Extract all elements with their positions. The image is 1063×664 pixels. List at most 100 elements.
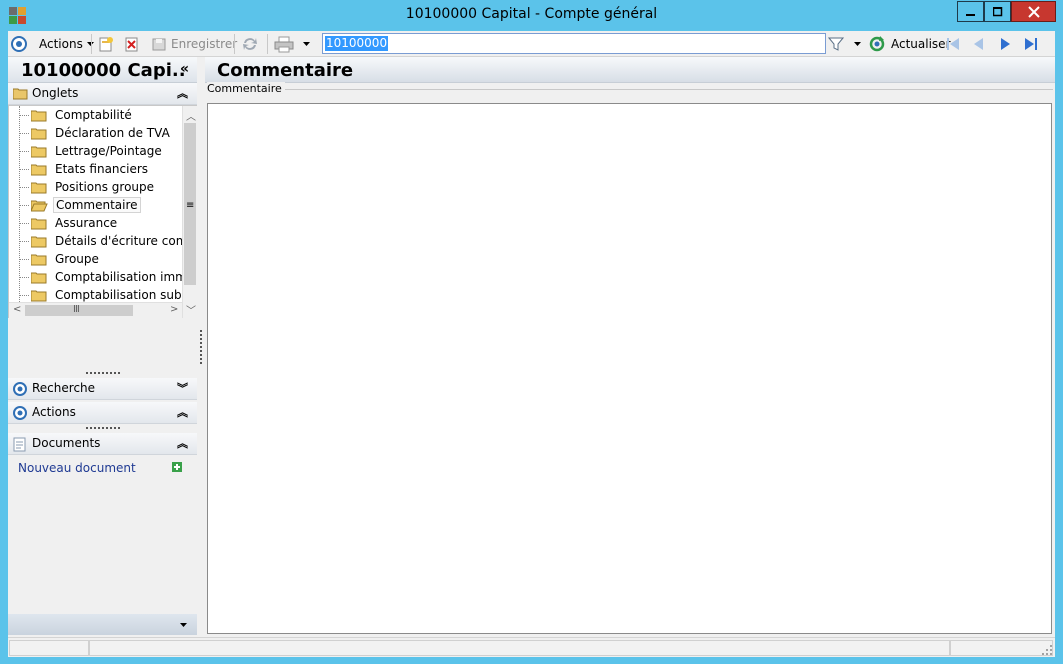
collapse-pane-button[interactable]: « [180,61,189,77]
tab-item[interactable]: Groupe [19,250,182,268]
minimize-button[interactable] [957,1,984,22]
status-bar [8,637,1055,657]
tab-item-label: Comptabilisation immob [55,270,182,284]
tab-item[interactable]: Etats financiers [19,160,182,178]
dropdown-arrow-icon [303,42,310,46]
print-dropdown-button[interactable] [302,34,311,54]
collapse-chevron-icon[interactable]: ︽ [177,85,188,101]
tree-connector [19,222,29,224]
close-window-button[interactable] [1011,1,1056,22]
tree-horizontal-scrollbar[interactable]: < Ⅲ > [9,302,182,318]
save-label: Enregistrer [171,37,238,51]
tabs-section-header[interactable]: Onglets ︽ [8,83,197,105]
actions-menu-button[interactable]: Actions [39,34,95,54]
tree-connector [19,114,29,116]
dropdown-arrow-icon[interactable] [179,622,188,628]
maximize-icon [992,6,1002,16]
maximize-button[interactable] [984,1,1011,22]
filter-dropdown-button[interactable] [853,34,862,54]
tree-connector [19,258,29,260]
navigation-pane: 10100000 Capi.. « Onglets ︽ Comptabilité… [8,57,197,635]
record-title: 10100000 Capi.. [21,60,186,81]
search-section-label: Recherche [32,381,96,395]
save-button[interactable]: Enregistrer [151,34,237,54]
document-icon [13,437,26,452]
previous-record-button[interactable] [971,34,987,54]
toolbar-separator [234,34,235,54]
first-record-icon [947,38,959,50]
tab-item-label: Lettrage/Pointage [55,144,162,158]
search-section-header[interactable]: Recherche ︾ [8,378,197,400]
next-record-icon [1001,38,1010,50]
scroll-left-icon[interactable]: < [13,304,21,315]
collapse-chevron-icon[interactable]: ︽ [177,435,188,451]
add-document-icon[interactable] [172,462,183,473]
window-title: 10100000 Capital - Compte général [405,6,658,22]
sync-button[interactable] [241,34,259,54]
filter-funnel-icon [828,37,844,51]
account-search-box[interactable]: 10100000 [322,33,826,54]
documents-section-header[interactable]: Documents ︽ [8,433,197,455]
actions-section-header[interactable]: Actions ︽ [8,402,197,424]
delete-record-button[interactable] [124,34,140,54]
tab-item[interactable]: Comptabilisation subver [19,286,182,302]
pane-splitter-handle[interactable] [200,330,202,364]
refresh-label: Actualiser [891,37,951,51]
tab-item[interactable]: Positions groupe [19,178,182,196]
tab-item[interactable]: Comptabilité [19,106,182,124]
tabs-tree-list: Comptabilité Déclaration de TVA Lettrage/P… [9,106,182,302]
documents-section-label: Documents [32,436,101,450]
folder-icon [31,164,47,175]
first-record-button[interactable] [945,34,961,54]
save-icon [152,38,166,51]
dropdown-arrow-icon [854,42,861,46]
expand-chevron-icon[interactable]: ︾ [177,380,188,396]
scroll-up-icon[interactable]: ︿ [186,108,196,123]
actions-circle-icon [13,406,27,420]
toolbar: Actions Enregistrer 10100000 10100000 Ac… [8,31,1055,57]
navigation-circle-button[interactable] [10,34,28,54]
scroll-right-icon[interactable]: > [170,304,178,315]
folder-icon [31,182,47,193]
tab-item-label: Comptabilisation subver [55,288,182,302]
delete-icon [125,37,138,52]
tab-item[interactable]: Détails d'écriture compta [19,232,182,250]
splitter-handle[interactable] [86,427,120,429]
filter-button[interactable] [828,34,844,54]
splitter-handle[interactable] [86,372,120,374]
next-record-button[interactable] [997,34,1013,54]
tree-connector [19,132,29,134]
comment-group-label: Commentaire [207,82,285,95]
refresh-button[interactable]: Actualiser [868,34,951,54]
title-bar[interactable]: 10100000 Capital - Compte général [0,0,1063,30]
tree-connector [19,276,29,278]
tab-item[interactable]: Déclaration de TVA [19,124,182,142]
comment-box[interactable] [207,103,1052,634]
last-record-icon [1025,38,1037,50]
folder-icon [31,110,47,121]
comment-textarea[interactable] [208,104,1051,633]
account-search-input[interactable] [323,34,825,53]
print-button[interactable] [274,34,294,54]
new-record-button[interactable] [98,34,114,54]
tab-item[interactable]: Commentaire [19,196,182,214]
group-divider [283,89,1053,90]
navigation-pane-header: 10100000 Capi.. « [8,57,197,83]
collapse-chevron-icon[interactable]: ︽ [177,404,188,420]
scroll-grip-icon: ≡ [186,200,195,211]
folder-icon [31,290,47,301]
tab-item-label: Positions groupe [55,180,155,194]
tab-item[interactable]: Lettrage/Pointage [19,142,182,160]
resize-grip-icon[interactable] [1041,644,1053,656]
last-record-button[interactable] [1023,34,1039,54]
status-cell [9,640,89,656]
tab-item[interactable]: Assurance [19,214,182,232]
printer-icon [274,36,294,53]
tree-vertical-scrollbar[interactable]: ︿ ≡ ﹀ [182,106,197,318]
tab-item[interactable]: Comptabilisation immob [19,268,182,286]
new-document-link[interactable]: Nouveau document [18,461,136,475]
toolbar-separator [91,34,92,54]
close-icon [1027,5,1040,18]
minimize-icon [965,13,975,16]
scroll-down-icon[interactable]: ﹀ [186,302,196,317]
